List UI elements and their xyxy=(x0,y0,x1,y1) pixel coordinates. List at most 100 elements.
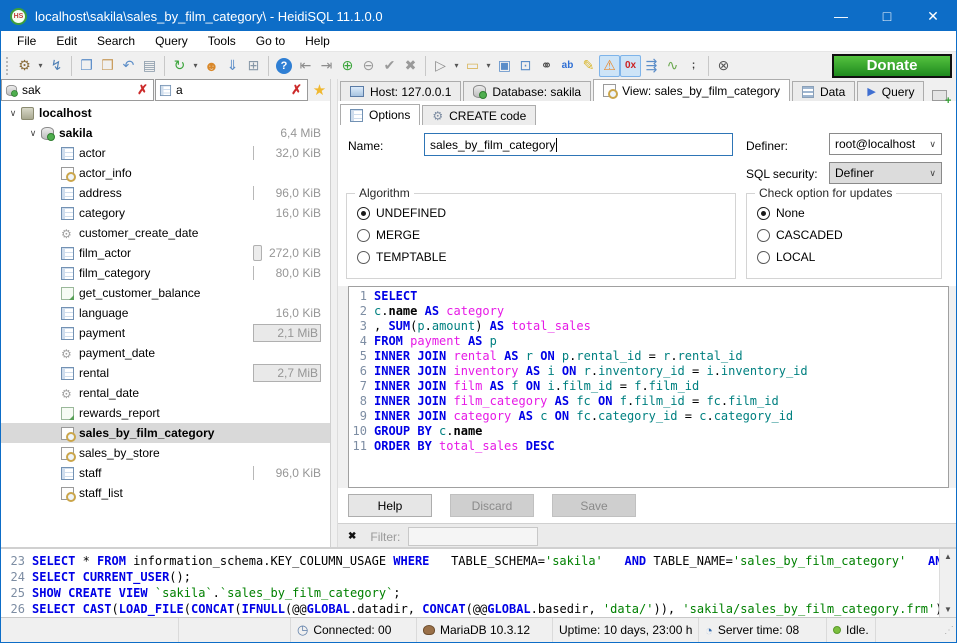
delete-row-icon[interactable]: ⊖ xyxy=(358,55,379,77)
log-scrollbar[interactable]: ▲ ▼ xyxy=(939,549,956,617)
tree-item-rental_date[interactable]: rental_date xyxy=(1,383,330,403)
tree-item-staff[interactable]: staff96,0 KiB xyxy=(1,463,330,483)
algorithm-option-temptable[interactable]: TEMPTABLE xyxy=(347,246,735,268)
menu-go-to[interactable]: Go to xyxy=(246,31,295,51)
tab-host[interactable]: Host: 127.0.0.1 xyxy=(340,81,461,101)
tree-item-staff_list[interactable]: staff_list xyxy=(1,483,330,503)
database-filter-input[interactable]: sak ✗ xyxy=(1,79,154,101)
copy-icon[interactable]: ❐ xyxy=(76,55,97,77)
menu-search[interactable]: Search xyxy=(87,31,145,51)
tree-item-address[interactable]: address96,0 KiB xyxy=(1,183,330,203)
menu-edit[interactable]: Edit xyxy=(46,31,87,51)
tree-item-rental[interactable]: rental2,7 MiB xyxy=(1,363,330,383)
open-dropdown-icon[interactable]: ▾ xyxy=(483,55,494,77)
new-connection-icon[interactable]: ↯ xyxy=(46,55,67,77)
view-name-input[interactable]: sales_by_film_category xyxy=(424,133,733,156)
filter-input[interactable] xyxy=(408,527,538,546)
close-button[interactable]: ✕ xyxy=(910,1,956,31)
stop-icon[interactable]: ⊗ xyxy=(713,55,734,77)
check-option-option-none[interactable]: None xyxy=(747,202,941,224)
algorithm-option-merge[interactable]: MERGE xyxy=(347,224,735,246)
bind-params-icon[interactable]: ∿ xyxy=(662,55,683,77)
tree-item-customer_create_date[interactable]: customer_create_date xyxy=(1,223,330,243)
insert-row-icon[interactable]: ⊕ xyxy=(337,55,358,77)
tree-item-sales_by_film_category[interactable]: sales_by_film_category xyxy=(1,423,330,443)
minimize-button[interactable]: — xyxy=(818,1,864,31)
maximize-button[interactable]: □ xyxy=(864,1,910,31)
save-file-icon[interactable]: ▣ xyxy=(494,55,515,77)
help-button[interactable]: Help xyxy=(348,494,432,517)
menu-tools[interactable]: Tools xyxy=(198,31,246,51)
tab-data[interactable]: Data xyxy=(792,81,855,101)
save-snippet-icon[interactable]: ⊞ xyxy=(243,55,264,77)
run-dropdown-icon[interactable]: ▾ xyxy=(451,55,462,77)
sidebar-splitter[interactable] xyxy=(331,79,338,547)
tree-item-film_actor[interactable]: film_actor272,0 KiB xyxy=(1,243,330,263)
open-file-icon[interactable]: ▭ xyxy=(462,55,483,77)
table-filter-input[interactable]: a ✗ xyxy=(155,79,308,101)
reformat-icon[interactable]: ✎ xyxy=(578,55,599,77)
toolbar-grip[interactable] xyxy=(6,57,11,75)
refresh-dropdown-icon[interactable]: ▾ xyxy=(190,55,201,77)
save-as-icon[interactable]: ⊡ xyxy=(515,55,536,77)
menu-file[interactable]: File xyxy=(7,31,46,51)
paste-icon[interactable]: ❒ xyxy=(97,55,118,77)
menu-query[interactable]: Query xyxy=(145,31,198,51)
tree-item-get_customer_balance[interactable]: get_customer_balance xyxy=(1,283,330,303)
sql-security-combobox[interactable]: Definer∨ xyxy=(829,162,942,184)
first-row-icon[interactable]: ⇤ xyxy=(295,55,316,77)
menu-help[interactable]: Help xyxy=(295,31,340,51)
replace-icon[interactable]: ab xyxy=(557,55,578,77)
find-icon[interactable]: ⚭ xyxy=(536,55,557,77)
expand-chevron-icon[interactable]: ∨ xyxy=(25,128,41,139)
export-database-icon[interactable]: ⇓ xyxy=(222,55,243,77)
check-option-option-cascaded[interactable]: CASCADED xyxy=(747,224,941,246)
tab-view[interactable]: View: sales_by_film_category xyxy=(593,79,790,101)
close-filter-icon[interactable]: ✖ xyxy=(348,531,356,542)
refresh-icon[interactable]: ↻ xyxy=(169,55,190,77)
check-option-option-local[interactable]: LOCAL xyxy=(747,246,941,268)
last-row-icon[interactable]: ⇥ xyxy=(316,55,337,77)
user-manager-icon[interactable]: ☻ xyxy=(201,55,222,77)
tree-item-film_category[interactable]: film_category80,0 KiB xyxy=(1,263,330,283)
donate-button[interactable]: Donate xyxy=(832,54,952,78)
indent-icon[interactable]: ⇶ xyxy=(641,55,662,77)
tree-item-language[interactable]: language16,0 KiB xyxy=(1,303,330,323)
tree-item-rewards_report[interactable]: rewards_report xyxy=(1,403,330,423)
connection-dropdown-icon[interactable]: ▾ xyxy=(35,55,46,77)
view-select-code-editor[interactable]: 1SELECT2c.name AS category3, SUM(p.amoun… xyxy=(348,286,949,488)
tree-item-localhost[interactable]: ∨localhost xyxy=(1,103,330,123)
delimiter-icon[interactable]: ; xyxy=(683,55,704,77)
new-query-tab-icon[interactable] xyxy=(932,90,947,101)
print-icon[interactable]: ▤ xyxy=(139,55,160,77)
tree-item-sakila[interactable]: ∨sakila6,4 MiB xyxy=(1,123,330,143)
run-query-icon[interactable]: ▷ xyxy=(430,55,451,77)
help-icon[interactable]: ? xyxy=(276,58,292,74)
resize-grip[interactable]: ⋰ xyxy=(944,625,954,636)
status-cell-4: Uptime: 10 days, 23:00 h xyxy=(553,618,699,642)
tab-query[interactable]: Query xyxy=(857,81,924,101)
undo-icon[interactable]: ↶ xyxy=(118,55,139,77)
definer-combobox[interactable]: root@localhost∨ xyxy=(829,133,942,155)
favorites-star-icon[interactable]: ★ xyxy=(309,79,330,101)
tree-item-payment_date[interactable]: payment_date xyxy=(1,343,330,363)
binary-literal-icon[interactable]: 0x xyxy=(620,55,641,77)
expand-chevron-icon[interactable]: ∨ xyxy=(5,108,21,119)
clear-database-filter-icon[interactable]: ✗ xyxy=(135,82,150,98)
session-manager-icon[interactable]: ⚙ xyxy=(14,55,35,77)
post-changes-icon[interactable]: ✔ xyxy=(379,55,400,77)
tab-options[interactable]: Options xyxy=(340,104,420,126)
tree-item-actor_info[interactable]: actor_info xyxy=(1,163,330,183)
scroll-down-icon[interactable]: ▼ xyxy=(944,602,952,617)
clear-table-filter-icon[interactable]: ✗ xyxy=(289,82,304,98)
tab-create-code[interactable]: CREATE code xyxy=(422,105,536,125)
scroll-up-icon[interactable]: ▲ xyxy=(944,549,952,564)
algorithm-option-undefined[interactable]: UNDEFINED xyxy=(347,202,735,224)
highlight-errors-icon[interactable]: ⚠ xyxy=(599,55,620,77)
tree-item-sales_by_store[interactable]: sales_by_store xyxy=(1,443,330,463)
tree-item-payment[interactable]: payment2,1 MiB xyxy=(1,323,330,343)
cancel-editing-icon[interactable]: ✖ xyxy=(400,55,421,77)
tree-item-category[interactable]: category16,0 KiB xyxy=(1,203,330,223)
tab-database[interactable]: Database: sakila xyxy=(463,81,591,101)
tree-item-actor[interactable]: actor32,0 KiB xyxy=(1,143,330,163)
